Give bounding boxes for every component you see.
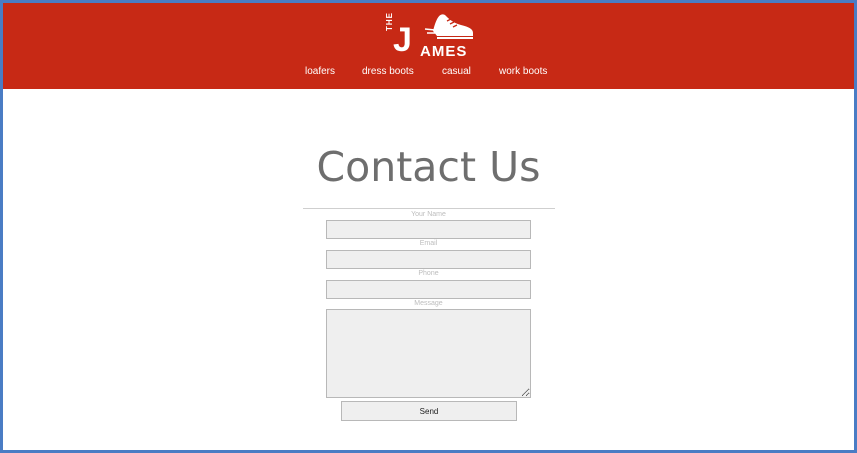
name-input[interactable] [326,220,531,239]
email-label: Email [419,240,438,247]
logo-j-letter: J [393,21,412,59]
message-textarea[interactable] [326,309,531,398]
nav-item-casual[interactable]: casual [442,66,471,77]
title-divider [303,208,555,209]
sneaker-icon [424,14,473,39]
nav-item-work-boots[interactable]: work boots [499,66,547,77]
main-nav: loafers dress boots casual work boots [3,66,854,82]
site-logo[interactable]: THE J AMES [383,9,483,65]
logo-ames-text: AMES [420,43,468,60]
send-button[interactable]: Send [341,401,517,421]
site-header: THE J AMES loafers dress boots casual wo… [3,3,854,89]
message-label: Message [414,300,443,307]
page-title: Contact Us [316,143,541,191]
phone-input[interactable] [326,280,531,299]
nav-item-dress-boots[interactable]: dress boots [362,66,414,77]
name-label: Your Name [411,211,446,218]
phone-label: Phone [418,270,439,277]
nav-item-loafers[interactable]: loafers [305,66,335,77]
email-input[interactable] [326,250,531,269]
